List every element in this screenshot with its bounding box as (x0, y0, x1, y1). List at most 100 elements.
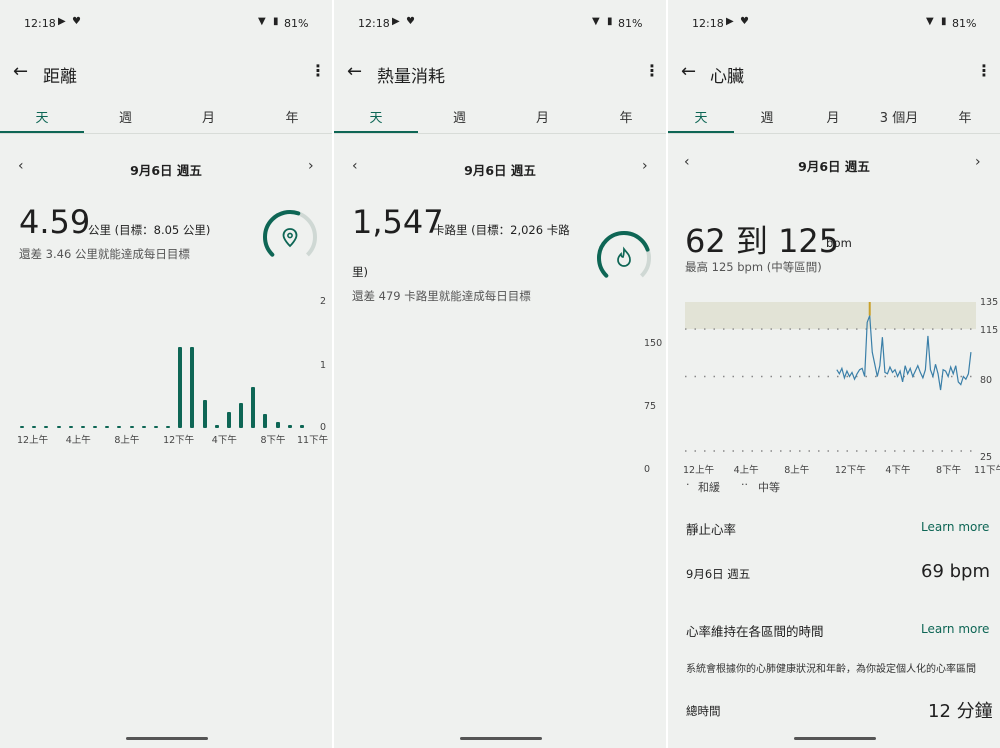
chart-bar (105, 426, 110, 428)
y-tick: 1 (320, 360, 327, 371)
home-indicator[interactable] (126, 737, 208, 740)
chart-bar (300, 424, 304, 428)
tab-day[interactable]: 天 (0, 107, 84, 126)
x-tick-label: 4上午 (65, 435, 91, 446)
calories-goal: 卡路里 (目標：2,026 卡路 (433, 223, 570, 237)
x-tick-label: 11下午 (974, 465, 1000, 476)
prev-day-icon[interactable]: ‹ (18, 158, 24, 174)
learn-more-link[interactable]: Learn more (921, 622, 989, 636)
chart-bar (239, 403, 244, 428)
heart-rate-plot (685, 302, 976, 452)
chart-bar (129, 426, 134, 428)
calories-screen: 12:18 ▶ ♥ ▼ ▮ 81% ← 熱量消耗 ⋮ 天 週 月 年 ‹ 9月6… (334, 0, 666, 748)
tab-indicator (334, 131, 418, 133)
chart-bar (275, 421, 280, 428)
chart-bar (214, 424, 219, 428)
x-tick-label: 12上午 (17, 435, 49, 446)
y-tick: 135 (980, 297, 999, 308)
chart-bar (56, 426, 61, 428)
y-tick: 75 (644, 401, 657, 412)
chart-bar (117, 426, 122, 428)
tab-week[interactable]: 週 (84, 107, 167, 126)
heart-screen: 12:18 ▶ ♥ ▼ ▮ 81% ← 心臟 ⋮ 天 週 月 3 個月 年 ‹ … (668, 0, 1000, 748)
back-arrow-icon[interactable]: ← (347, 61, 362, 82)
chart-bar (44, 426, 49, 428)
x-tick-label: 8上午 (784, 465, 810, 476)
chart-bar (166, 426, 171, 428)
moderate-zone-band (685, 302, 976, 330)
distance-value: 4.59 (19, 203, 91, 241)
back-arrow-icon[interactable]: ← (13, 61, 28, 82)
flame-icon (617, 246, 631, 267)
status-time: 12:18 (358, 17, 390, 30)
date-label: 9月6日 週五 (464, 163, 536, 178)
chart-bar (251, 387, 256, 428)
x-tick-label: 8下午 (936, 465, 962, 476)
tab-month[interactable]: 月 (501, 107, 584, 126)
media-icon: ▶ (392, 16, 400, 27)
x-tick-label: 4下午 (885, 465, 911, 476)
resting-hr-value: 69 bpm (921, 561, 991, 582)
distance-screen: 12:18 ▶ ♥ ▼ ▮ 81% ← 距離 ⋮ 天 週 月 年 ‹ 9月6日 … (0, 0, 332, 748)
distance-goal: 公里 (目標：8.05 公里) (88, 223, 211, 237)
x-tick-label: 8下午 (260, 435, 286, 446)
resting-hr-date: 9月6日 週五 (686, 567, 751, 581)
tab-year[interactable]: 年 (250, 107, 332, 126)
x-tick-label: 8上午 (114, 435, 140, 446)
progress-ring (263, 210, 317, 264)
chart-bar (178, 346, 183, 428)
home-indicator[interactable] (460, 737, 542, 740)
location-pin-icon (282, 228, 298, 248)
total-time-value: 12 分鐘 (928, 701, 993, 722)
tab-divider (334, 133, 666, 134)
tab-week[interactable]: 週 (418, 107, 501, 126)
x-tick-label: 12下午 (163, 435, 195, 446)
prev-day-icon[interactable]: ‹ (352, 158, 358, 174)
more-options-icon[interactable]: ⋮ (644, 61, 660, 80)
calories-value: 1,547 (352, 203, 444, 241)
zones-title: 心率維持在各區間的時間 (686, 624, 824, 639)
tab-year[interactable]: 年 (584, 107, 666, 126)
calories-goal-cont: 里) (352, 265, 368, 279)
learn-more-link[interactable]: Learn more (921, 520, 989, 534)
chart-bar (93, 426, 98, 428)
y-tick: 80 (980, 375, 993, 386)
remaining-text: 還差 479 卡路里就能達成每日目標 (352, 289, 531, 303)
chart-bar (202, 399, 207, 428)
x-tick-label: 4下午 (211, 435, 237, 446)
wifi-icon: ▼ (258, 16, 266, 27)
next-day-icon[interactable]: › (642, 158, 648, 174)
tab-indicator (0, 131, 84, 133)
x-tick-label: 4上午 (733, 465, 759, 476)
tab-day[interactable]: 天 (334, 107, 418, 126)
progress-ring (597, 231, 651, 285)
status-time: 12:18 (24, 17, 56, 30)
x-tick-label: 12上午 (683, 465, 715, 476)
battery-icon: ▮ (607, 16, 613, 27)
tab-month[interactable]: 月 (167, 107, 250, 126)
page-title: 距離 (43, 67, 77, 87)
zones-note: 系統會根據你的心肺健康狀況和年齡，為你設定個人化的心率區間 (686, 664, 976, 675)
chart-bar (32, 426, 37, 428)
chart-bar (68, 426, 73, 428)
tab-divider (0, 133, 332, 134)
home-indicator[interactable] (794, 737, 876, 740)
x-tick-label: 12下午 (834, 465, 866, 476)
chart-bar (287, 424, 292, 428)
remaining-text: 還差 3.46 公里就能達成每日目標 (19, 247, 190, 261)
y-tick: 2 (320, 296, 327, 307)
heart-icon: ♥ (72, 16, 81, 27)
y-tick: 0 (644, 464, 651, 475)
y-tick: 0 (320, 422, 327, 433)
legend-light: 和緩 (698, 481, 720, 494)
x-tick-label: 11下午 (297, 435, 329, 446)
date-label: 9月6日 週五 (130, 163, 202, 178)
legend-dot: · (686, 478, 690, 491)
chart-bar (80, 426, 85, 428)
total-time-label: 總時間 (686, 704, 721, 718)
next-day-icon[interactable]: › (308, 158, 314, 174)
battery-icon: ▮ (273, 16, 279, 27)
legend-dots: ·· (741, 478, 748, 491)
legend-moderate: 中等 (758, 481, 780, 494)
more-options-icon[interactable]: ⋮ (310, 61, 326, 80)
